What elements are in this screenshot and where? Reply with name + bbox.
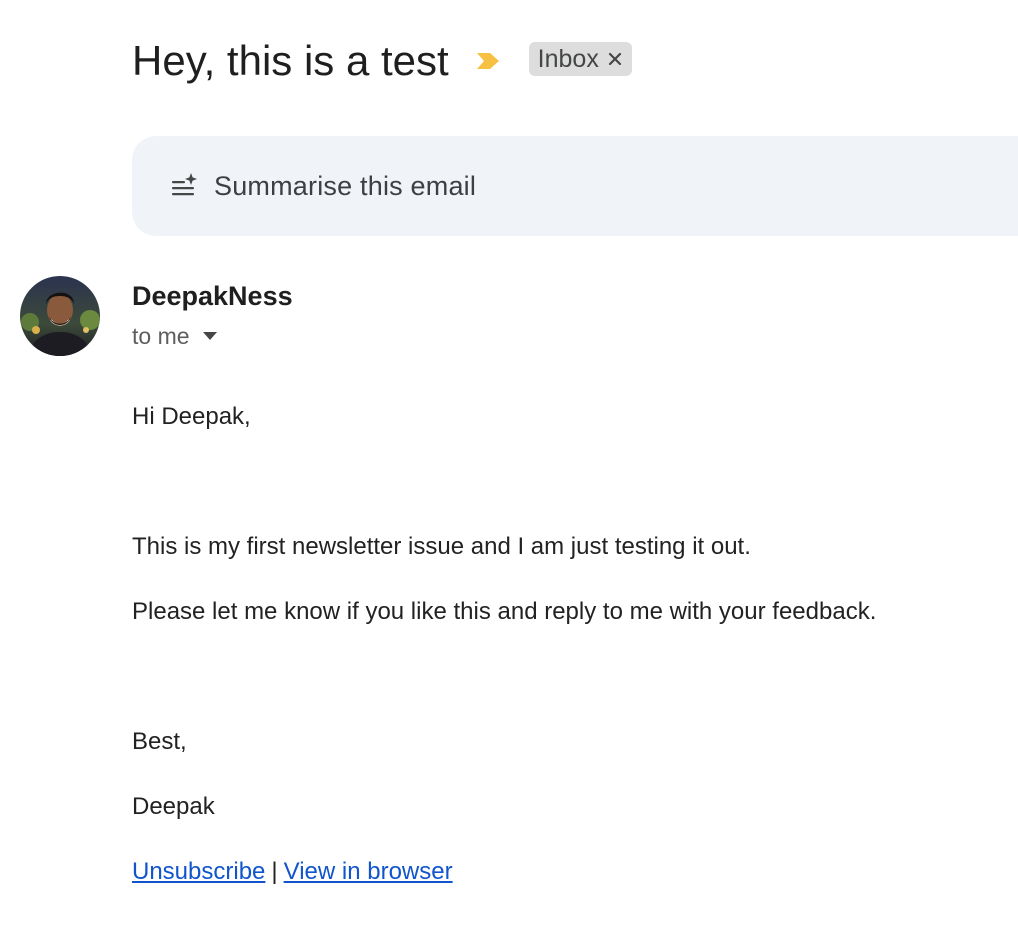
recipient-text: to me: [132, 323, 190, 349]
email-paragraph-2: Please let me know if you like this and …: [132, 598, 877, 625]
summarise-email-label: Summarise this email: [214, 170, 477, 201]
caret-down-icon[interactable]: [202, 331, 218, 341]
email-footer-links: Unsubscribe | View in browser: [132, 857, 453, 887]
summarize-sparkle-icon: [170, 172, 198, 200]
close-icon[interactable]: [607, 51, 623, 67]
sender-name[interactable]: DeepakNess: [132, 280, 293, 312]
footer-separator: |: [271, 858, 278, 885]
importance-marker-icon[interactable]: [475, 50, 503, 72]
sender-avatar[interactable]: [20, 276, 100, 356]
unsubscribe-link[interactable]: Unsubscribe: [132, 858, 265, 885]
label-chip-inbox: Inbox: [528, 42, 632, 76]
email-subject: Hey, this is a test: [132, 37, 449, 84]
email-paragraph-1: This is my first newsletter issue and I …: [132, 533, 751, 560]
view-in-browser-link[interactable]: View in browser: [284, 858, 453, 885]
summarise-email-button[interactable]: Summarise this email: [132, 136, 1018, 236]
label-chip-text: Inbox: [537, 45, 599, 73]
subject-row: Hey, this is a test Inbox: [132, 36, 632, 86]
email-signoff: Best,: [132, 728, 187, 755]
email-signature: Deepak: [132, 793, 215, 820]
recipient-details-toggle[interactable]: to me: [132, 322, 218, 350]
email-greeting: Hi Deepak,: [132, 403, 251, 430]
